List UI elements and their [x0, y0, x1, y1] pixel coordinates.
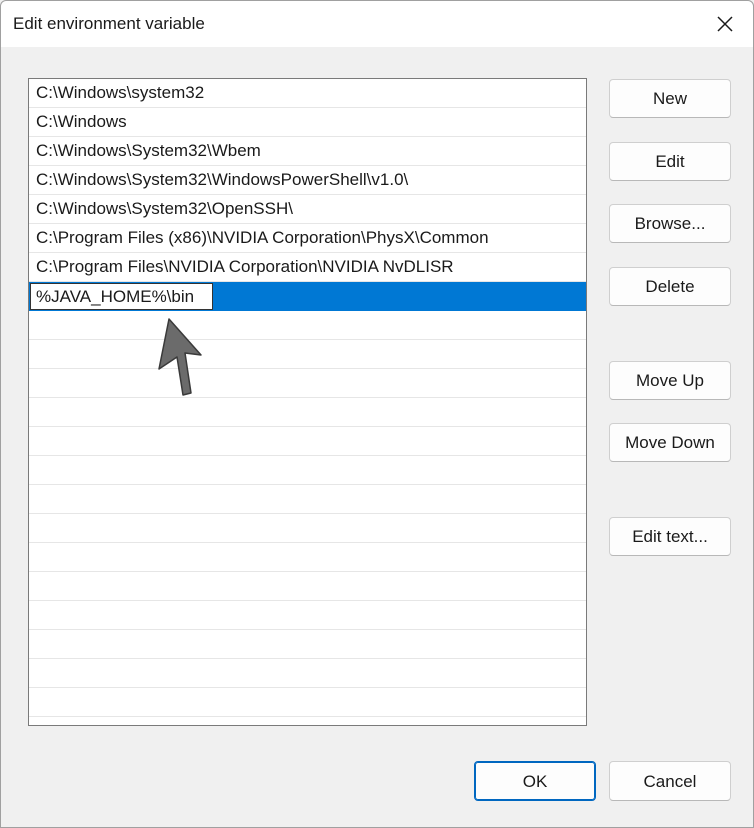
list-item[interactable]: C:\Windows\System32\WindowsPowerShell\v1… [29, 166, 586, 195]
empty-row [29, 688, 586, 717]
list-item[interactable]: C:\Windows\system32 [29, 79, 586, 108]
empty-row [29, 630, 586, 659]
list-item-selected[interactable] [29, 282, 586, 311]
empty-row [29, 485, 586, 514]
title-bar: Edit environment variable [1, 1, 753, 47]
move-down-button[interactable]: Move Down [609, 423, 731, 462]
empty-row [29, 398, 586, 427]
edit-text-button[interactable]: Edit text... [609, 517, 731, 556]
browse-button[interactable]: Browse... [609, 204, 731, 243]
list-item[interactable]: C:\Program Files (x86)\NVIDIA Corporatio… [29, 224, 586, 253]
empty-row [29, 369, 586, 398]
move-up-button[interactable]: Move Up [609, 361, 731, 400]
arrow-pointer-icon [158, 318, 202, 396]
close-icon [717, 16, 733, 32]
cancel-button[interactable]: Cancel [609, 761, 731, 801]
empty-row [29, 427, 586, 456]
empty-row [29, 659, 586, 688]
empty-row [29, 514, 586, 543]
ok-button[interactable]: OK [474, 761, 596, 801]
empty-row [29, 572, 586, 601]
path-edit-input[interactable] [30, 283, 213, 310]
edit-button[interactable]: Edit [609, 142, 731, 181]
empty-row [29, 340, 586, 369]
empty-row [29, 601, 586, 630]
path-list[interactable]: C:\Windows\system32 C:\Windows C:\Window… [28, 78, 587, 726]
new-button[interactable]: New [609, 79, 731, 118]
edit-env-var-dialog: Edit environment variable C:\Windows\sys… [0, 0, 754, 828]
empty-row [29, 543, 586, 572]
list-item[interactable]: C:\Windows\System32\OpenSSH\ [29, 195, 586, 224]
empty-row [29, 311, 586, 340]
window-title: Edit environment variable [13, 14, 205, 33]
delete-button[interactable]: Delete [609, 267, 731, 306]
empty-row [29, 456, 586, 485]
list-item[interactable]: C:\Windows [29, 108, 586, 137]
list-item[interactable]: C:\Windows\System32\Wbem [29, 137, 586, 166]
list-item[interactable]: C:\Program Files\NVIDIA Corporation\NVID… [29, 253, 586, 282]
close-button[interactable] [697, 1, 753, 47]
